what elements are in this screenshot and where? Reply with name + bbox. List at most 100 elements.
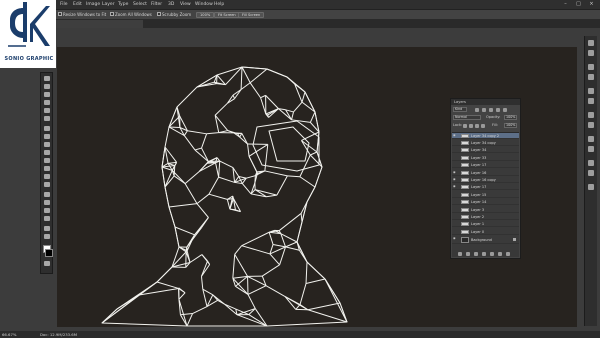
- background-color-swatch[interactable]: [45, 249, 53, 257]
- menu-image[interactable]: Image: [86, 0, 100, 9]
- layer-row[interactable]: Layer 34 copy: [452, 140, 519, 146]
- delete-layer-icon[interactable]: [506, 251, 510, 256]
- filter-pixel-icon[interactable]: [475, 108, 479, 112]
- actions-panel-icon[interactable]: [588, 184, 594, 190]
- move-tool-icon[interactable]: [43, 76, 50, 81]
- crop-tool-icon[interactable]: [43, 108, 50, 113]
- eyedropper-tool-icon[interactable]: [43, 116, 50, 121]
- pen-tool-icon[interactable]: [43, 192, 50, 197]
- layer-row[interactable]: Layer 15: [452, 192, 519, 198]
- layer-row[interactable]: Layer 0: [452, 229, 519, 235]
- styles-panel-icon[interactable]: [588, 98, 594, 104]
- menu-edit[interactable]: Edit: [73, 0, 82, 9]
- visibility-eye-icon[interactable]: [453, 215, 457, 218]
- resize-windows-checkbox[interactable]: [58, 12, 62, 16]
- healing-tool-icon[interactable]: [43, 126, 50, 131]
- path-select-tool-icon[interactable]: [43, 208, 50, 213]
- layer-row[interactable]: ◉ Background: [452, 236, 519, 244]
- menu-3d[interactable]: 3D: [168, 0, 174, 9]
- zoom-tool-icon[interactable]: [43, 234, 50, 239]
- visibility-eye-icon[interactable]: [453, 141, 457, 144]
- lock-position-icon[interactable]: [475, 124, 479, 128]
- link-layers-icon[interactable]: [458, 251, 462, 256]
- visibility-eye-icon[interactable]: ◉: [453, 237, 457, 240]
- adjustments-panel-icon[interactable]: [588, 88, 594, 94]
- brush-panel-icon[interactable]: [588, 136, 594, 142]
- layer-style-icon[interactable]: [466, 251, 470, 256]
- visibility-eye-icon[interactable]: [453, 230, 457, 233]
- layer-row[interactable]: Layer 33: [452, 155, 519, 161]
- visibility-eye-icon[interactable]: ◉: [453, 185, 457, 188]
- lock-transparent-icon[interactable]: [463, 124, 467, 128]
- lock-image-icon[interactable]: [469, 124, 473, 128]
- fill-screen-button[interactable]: Fill Screen: [238, 11, 265, 18]
- new-layer-icon[interactable]: [498, 251, 502, 256]
- scrubby-zoom-checkbox[interactable]: [157, 12, 161, 16]
- visibility-eye-icon[interactable]: [453, 193, 457, 196]
- dodge-tool-icon[interactable]: [43, 182, 50, 187]
- layer-row[interactable]: Layer 2: [452, 214, 519, 220]
- layer-row[interactable]: ◉ Layer 16: [452, 170, 519, 176]
- minimize-icon[interactable]: –: [561, 1, 570, 7]
- zoom-level[interactable]: 66.67%: [2, 331, 16, 338]
- color-panel-icon[interactable]: [588, 64, 594, 70]
- layers-panel-icon[interactable]: [588, 146, 594, 152]
- shape-tool-icon[interactable]: [43, 216, 50, 221]
- layer-row[interactable]: ◉ Layer 17: [452, 184, 519, 190]
- character-panel-icon[interactable]: [588, 112, 594, 118]
- add-mask-icon[interactable]: [474, 251, 478, 256]
- close-icon[interactable]: ×: [587, 1, 596, 7]
- swatches-panel-icon[interactable]: [588, 74, 594, 80]
- blend-mode-select[interactable]: Normal: [453, 115, 481, 120]
- visibility-eye-icon[interactable]: [453, 200, 457, 203]
- filter-adjustment-icon[interactable]: [482, 108, 486, 112]
- lasso-tool-icon[interactable]: [43, 92, 50, 97]
- visibility-eye-icon[interactable]: [453, 163, 457, 166]
- visibility-eye-icon[interactable]: [453, 148, 457, 151]
- menu-type[interactable]: Type: [118, 0, 128, 9]
- layer-row[interactable]: Layer 14: [452, 199, 519, 205]
- menu-window[interactable]: Window: [195, 0, 213, 9]
- zoom-100-button[interactable]: 100%: [196, 11, 215, 18]
- marquee-tool-icon[interactable]: [43, 84, 50, 89]
- filter-shape-icon[interactable]: [496, 108, 500, 112]
- layers-panel-header[interactable]: Layers: [451, 99, 520, 105]
- visibility-eye-icon[interactable]: [453, 208, 457, 211]
- history-panel-icon[interactable]: [588, 40, 594, 46]
- visibility-eye-icon[interactable]: ◉: [453, 134, 457, 137]
- adjustment-layer-icon[interactable]: [482, 251, 486, 256]
- visibility-eye-icon[interactable]: [453, 222, 457, 225]
- type-tool-icon[interactable]: [43, 200, 50, 205]
- visibility-eye-icon[interactable]: ◉: [453, 171, 457, 174]
- layer-row[interactable]: Layer 34: [452, 147, 519, 153]
- eraser-tool-icon[interactable]: [43, 158, 50, 163]
- fit-screen-button[interactable]: Fit Screen: [214, 11, 240, 18]
- filter-type-icon[interactable]: [489, 108, 493, 112]
- filter-smart-object-icon[interactable]: [503, 108, 507, 112]
- document-tab[interactable]: [55, 20, 143, 28]
- menu-layer[interactable]: Layer: [102, 0, 115, 9]
- blur-tool-icon[interactable]: [43, 174, 50, 179]
- layer-row[interactable]: Layer 17: [452, 162, 519, 168]
- new-group-icon[interactable]: [490, 251, 494, 256]
- quick-mask-icon[interactable]: [43, 261, 50, 266]
- visibility-eye-icon[interactable]: [453, 156, 457, 159]
- lock-all-icon[interactable]: [481, 124, 485, 128]
- filter-kind-select[interactable]: Kind: [453, 107, 467, 112]
- paths-panel-icon[interactable]: [588, 170, 594, 176]
- brush-tool-icon[interactable]: [43, 134, 50, 139]
- properties-panel-icon[interactable]: [588, 50, 594, 56]
- menu-file[interactable]: File: [60, 0, 68, 9]
- channels-panel-icon[interactable]: [588, 160, 594, 166]
- hand-tool-icon[interactable]: [43, 226, 50, 231]
- fill-field[interactable]: 100%: [504, 123, 517, 128]
- opacity-field[interactable]: 100%: [504, 115, 517, 120]
- visibility-eye-icon[interactable]: ◉: [453, 178, 457, 181]
- menu-help[interactable]: Help: [214, 0, 224, 9]
- menu-select[interactable]: Select: [133, 0, 147, 9]
- stamp-tool-icon[interactable]: [43, 142, 50, 147]
- layer-row[interactable]: ◉ Layer 34 copy 2: [452, 133, 519, 139]
- maximize-icon[interactable]: □: [574, 1, 583, 7]
- menu-view[interactable]: View: [180, 0, 191, 9]
- layer-row[interactable]: Layer 3: [452, 207, 519, 213]
